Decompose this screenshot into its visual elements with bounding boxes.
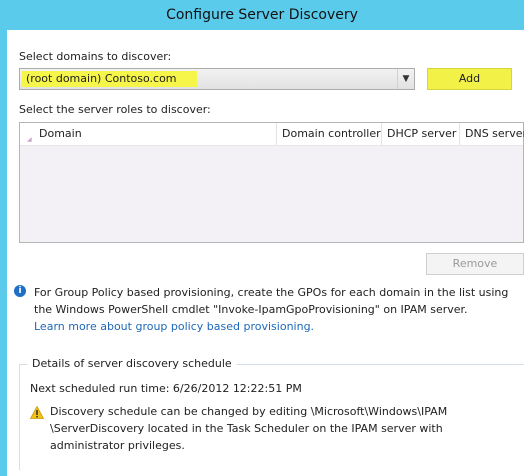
dialog-content: Select domains to discover: (root domain…: [7, 30, 524, 476]
gpo-info-text: For Group Policy based provisioning, cre…: [34, 286, 509, 316]
chevron-down-icon[interactable]: ▼: [397, 69, 414, 89]
sort-indicator-icon: ◢: [27, 136, 32, 143]
column-header-domain[interactable]: Domain: [34, 123, 277, 145]
next-run-time: Next scheduled run time: 6/26/2012 12:22…: [30, 382, 302, 395]
learn-more-link[interactable]: Learn more about group policy based prov…: [34, 320, 314, 333]
schedule-warning-text: Discovery schedule can be changed by edi…: [50, 405, 448, 452]
domain-combobox-value: (root domain) Contoso.com: [22, 71, 197, 87]
warning-icon: [30, 406, 44, 419]
server-roles-grid[interactable]: ◢ Domain Domain controller DHCP server D…: [19, 122, 524, 243]
grid-header: ◢ Domain Domain controller DHCP server D…: [20, 123, 524, 146]
column-header-dhcp-server[interactable]: DHCP server: [382, 123, 460, 145]
add-button[interactable]: Add: [427, 68, 512, 90]
info-icon: i: [14, 285, 26, 297]
column-header-domain-controller[interactable]: Domain controller: [277, 123, 382, 145]
remove-button[interactable]: Remove: [426, 253, 524, 275]
schedule-group-title: Details of server discovery schedule: [27, 357, 237, 370]
domain-combobox[interactable]: (root domain) Contoso.com ▼: [19, 68, 415, 90]
column-header-dns-server[interactable]: DNS server: [460, 123, 524, 145]
window-frame-left: [0, 0, 7, 476]
domains-label: Select domains to discover:: [19, 50, 172, 63]
roles-label: Select the server roles to discover:: [19, 103, 211, 116]
window-title: Configure Server Discovery: [166, 7, 358, 23]
